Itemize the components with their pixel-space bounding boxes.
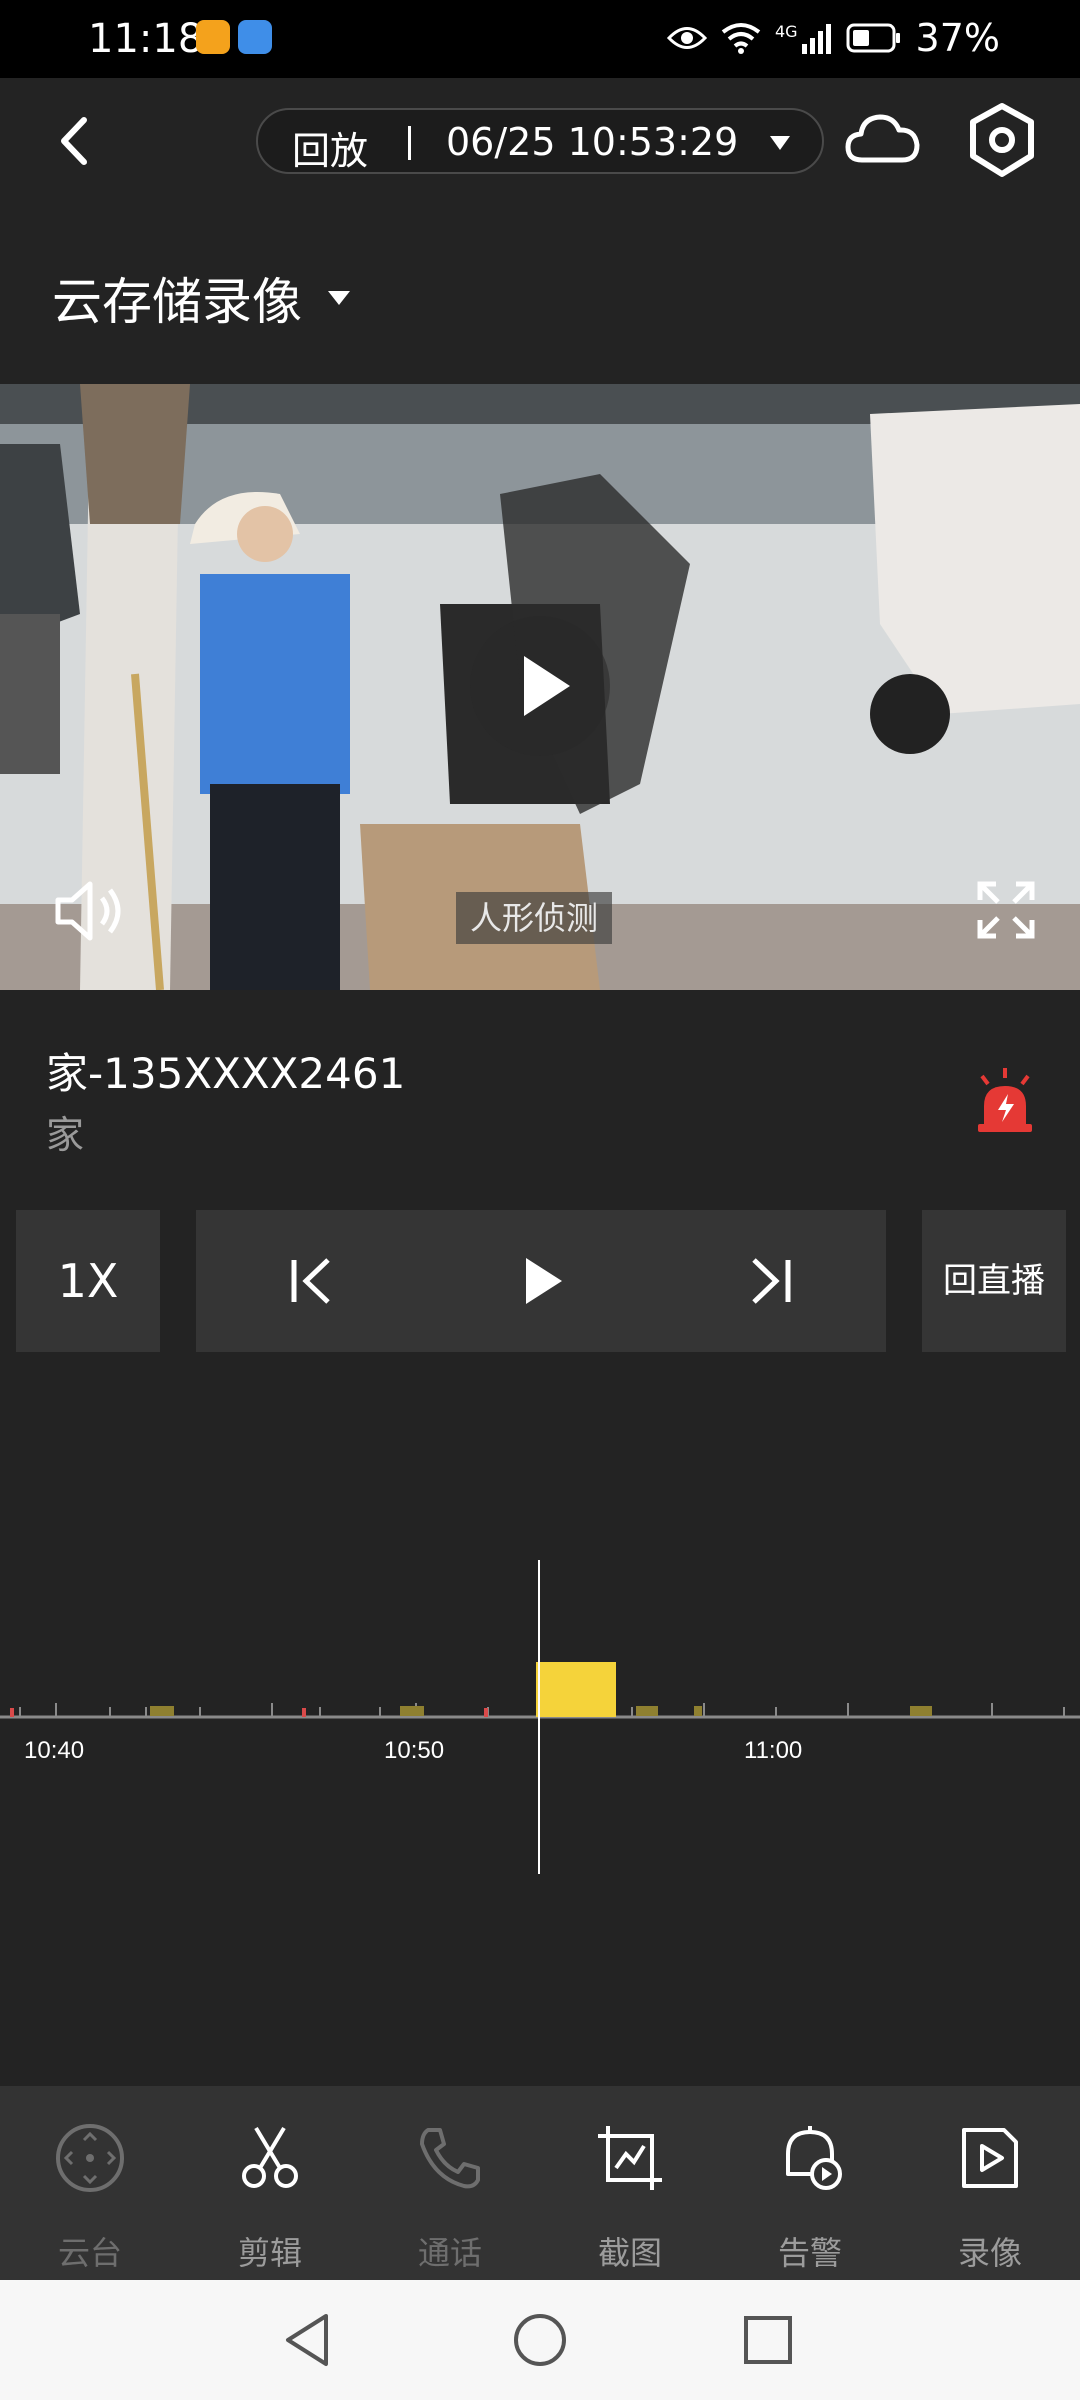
status-time: 11:18: [88, 16, 204, 62]
speaker-muted-icon[interactable]: [52, 876, 132, 946]
timeline-tick-label: 10:50: [384, 1737, 444, 1764]
toolbar-label: 告警: [777, 2234, 842, 2272]
divider: [408, 126, 411, 160]
wifi-icon: [721, 23, 761, 54]
top-bar: 回放 06/25 10:53:29: [0, 78, 1080, 208]
playback-mode-label: 回放: [292, 129, 369, 173]
app-notification-icon: [238, 20, 272, 54]
next-icon[interactable]: [736, 1246, 806, 1316]
signal-icon: [801, 24, 831, 54]
toolbar-label: 通话: [417, 2234, 482, 2272]
record-icon: [962, 2128, 1018, 2188]
app-notification-icon: [196, 20, 230, 54]
screenshot-button[interactable]: 截图: [540, 2086, 720, 2280]
scissors-icon: [242, 2126, 298, 2188]
timeline[interactable]: 10:40 10:50 11:00: [0, 1560, 1080, 1880]
toolbar-label: 剪辑: [237, 2234, 302, 2272]
status-indicators: 4G 37%: [666, 16, 1000, 60]
clip-button[interactable]: 剪辑: [180, 2086, 360, 2280]
playback-time-selector[interactable]: 回放 06/25 10:53:29: [256, 108, 824, 174]
toolbar-label: 录像: [957, 2234, 1022, 2272]
nav-recents-icon[interactable]: [736, 2308, 800, 2372]
fullscreen-icon[interactable]: [976, 880, 1036, 940]
record-button[interactable]: 录像: [900, 2086, 1080, 2280]
transport-controls: [196, 1210, 886, 1352]
ptz-button[interactable]: 云台: [0, 2086, 180, 2280]
back-icon[interactable]: [44, 106, 114, 176]
system-nav-bar: [0, 2280, 1080, 2400]
ptz-icon: [56, 2124, 124, 2192]
nav-home-icon[interactable]: [508, 2308, 572, 2372]
chevron-down-icon: [770, 136, 790, 150]
toolbar-label: 云台: [57, 2234, 122, 2272]
back-to-live-button[interactable]: 回直播: [922, 1210, 1066, 1352]
alarm-button[interactable]: 告警: [720, 2086, 900, 2280]
settings-icon[interactable]: [960, 98, 1044, 182]
eye-icon: [666, 27, 707, 49]
play-icon[interactable]: [506, 1246, 576, 1316]
playback-speed-button[interactable]: 1X: [16, 1210, 160, 1352]
phone-icon: [420, 2128, 480, 2189]
timeline-tick-label: 11:00: [744, 1737, 802, 1764]
alarm-bell-icon: [786, 2126, 842, 2190]
cloud-icon[interactable]: [840, 98, 924, 182]
timeline-current-event: [536, 1662, 616, 1717]
network-type: 4G: [774, 21, 798, 41]
timeline-tick-label: 10:40: [24, 1737, 84, 1764]
battery-percent: 37%: [915, 16, 1000, 60]
playback-timestamp: 06/25 10:53:29: [446, 120, 739, 164]
status-bar: 11:18 4G 37%: [0, 0, 1080, 78]
device-name: 家-135XXXX2461: [46, 1049, 406, 1098]
screenshot-icon: [598, 2126, 662, 2190]
storage-type-selector[interactable]: 云存储录像: [52, 262, 350, 334]
play-icon[interactable]: [470, 616, 610, 756]
toolbar-label: 截图: [597, 2234, 662, 2272]
nav-back-icon[interactable]: [276, 2308, 340, 2372]
chevron-down-icon: [328, 291, 350, 305]
siren-icon[interactable]: [970, 1066, 1040, 1136]
bottom-toolbar: 云台 剪辑 通话 截图 告警 录像: [0, 2086, 1080, 2280]
device-group: 家: [46, 1113, 85, 1157]
call-button[interactable]: 通话: [360, 2086, 540, 2280]
previous-icon[interactable]: [276, 1246, 346, 1316]
detection-type-label: 人形侦测: [456, 892, 613, 944]
section-title: 云存储录像: [52, 273, 302, 331]
battery-icon: [846, 23, 900, 53]
